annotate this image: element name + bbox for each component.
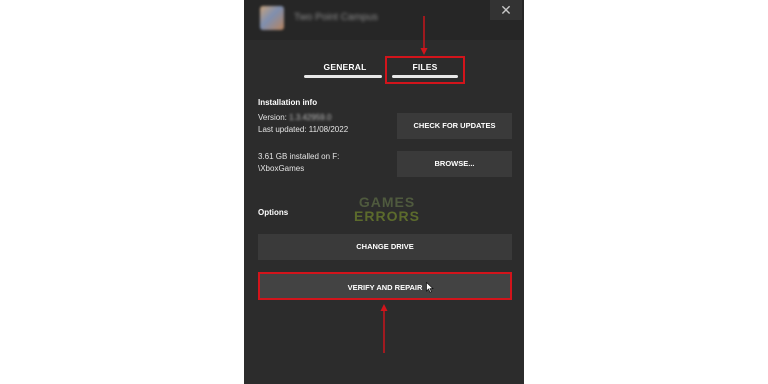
check-for-updates-button[interactable]: CHECK FOR UPDATES	[397, 113, 512, 139]
verify-and-repair-button[interactable]: VERIFY AND REPAIR	[258, 272, 512, 300]
install-size-line-1: 3.61 GB installed on F:	[258, 152, 340, 161]
files-tab-highlight-box	[385, 56, 465, 84]
mouse-cursor-icon	[426, 282, 434, 293]
app-settings-panel: Two Point Campus ✕ GENERAL FILES Install…	[244, 0, 524, 384]
watermark-line-1: GAMES	[358, 194, 416, 210]
verify-and-repair-label: VERIFY AND REPAIR	[347, 283, 423, 292]
options-heading: Options	[258, 208, 289, 217]
title-bar: Two Point Campus ✕	[244, 0, 524, 40]
install-size-line-2: \XboxGames	[258, 164, 305, 173]
app-title: Two Point Campus	[294, 12, 378, 23]
browse-button[interactable]: BROWSE...	[397, 151, 512, 177]
change-drive-button[interactable]: CHANGE DRIVE	[258, 234, 512, 260]
app-icon	[260, 6, 284, 30]
close-button[interactable]: ✕	[490, 0, 522, 20]
arrow-down-to-files-icon	[420, 16, 428, 55]
installation-info-heading: Installation info	[258, 98, 318, 107]
version-value: 1.3.42959.0	[289, 113, 332, 122]
close-icon: ✕	[500, 2, 512, 18]
tab-general-underline	[304, 75, 382, 78]
games-errors-watermark: GAMES ERRORS	[352, 195, 422, 223]
arrow-up-to-verify-icon	[380, 304, 388, 353]
watermark-line-2: ERRORS	[354, 208, 420, 224]
version-line: Version: 1.3.42959.0	[258, 113, 331, 122]
version-label: Version:	[258, 113, 287, 122]
last-updated: Last updated: 11/08/2022	[258, 125, 349, 134]
